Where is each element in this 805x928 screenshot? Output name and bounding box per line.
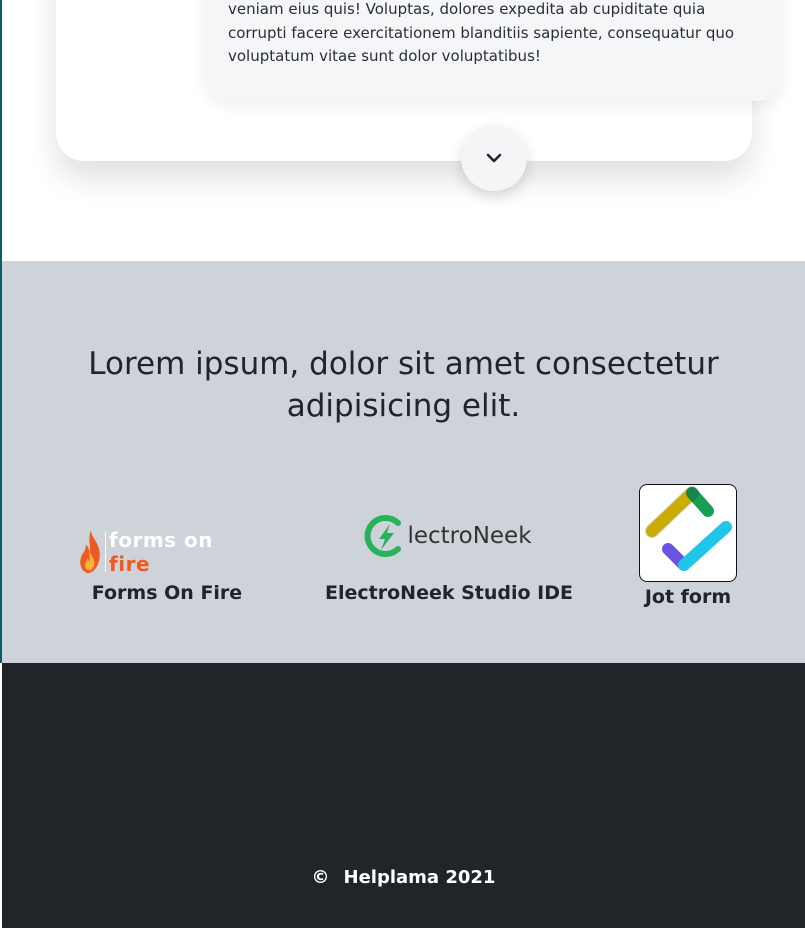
partners-heading: Lorem ipsum, dolor sit amet consectetur …	[88, 346, 719, 424]
partner-name: Forms On Fire	[91, 582, 243, 604]
partner-name: Jot form	[644, 586, 732, 608]
testimonial-text: veniam eius quis! Voluptas, dolores expe…	[228, 0, 735, 65]
partner-name: ElectroNeek Studio IDE	[325, 582, 573, 604]
partners-section: Lorem ipsum, dolor sit amet consectetur …	[2, 261, 805, 663]
partner-electroneek: lectroNeek ElectroNeek Studio IDE	[325, 507, 573, 604]
expand-testimonial-button[interactable]	[461, 125, 527, 191]
jotform-logo	[639, 484, 737, 582]
forms-on-fire-logo: forms on fire	[78, 527, 256, 577]
partner-jotform: Jot form	[636, 484, 740, 608]
forms-on-fire-wordmark: forms on fire	[109, 528, 214, 576]
electroneek-icon	[365, 515, 402, 557]
electroneek-wordmark: lectroNeek	[407, 523, 532, 549]
electroneek-logo: lectroNeek	[364, 507, 532, 565]
copyright-text: Helplama 2021	[343, 867, 496, 888]
copyright-icon: ©	[311, 867, 330, 888]
flame-icon	[80, 530, 100, 574]
chevron-down-icon	[486, 153, 502, 163]
footer: © Helplama 2021	[2, 663, 805, 928]
testimonial-section: veniam eius quis! Voluptas, dolores expe…	[0, 0, 805, 261]
partner-forms-on-fire: forms on fire Forms On Fire	[78, 527, 256, 604]
jotform-icon	[645, 486, 732, 571]
copyright: © Helplama 2021	[2, 867, 805, 888]
